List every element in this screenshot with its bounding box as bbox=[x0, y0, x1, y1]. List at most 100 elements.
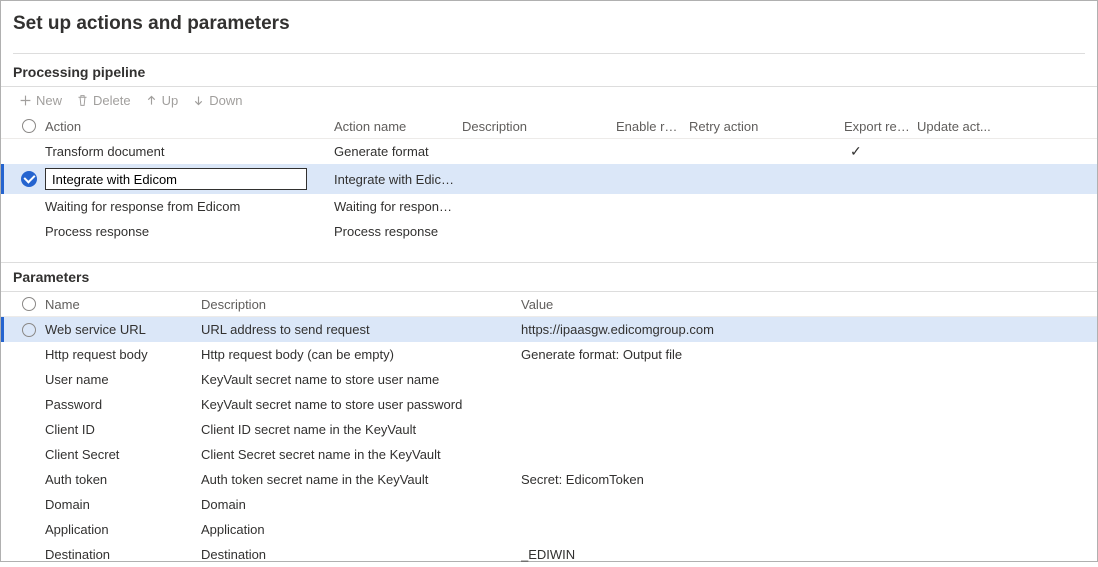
cell-update-action bbox=[917, 228, 997, 236]
cell-export-result bbox=[844, 175, 917, 183]
col-update-action[interactable]: Update act... bbox=[917, 115, 997, 138]
table-row[interactable]: Process response Process response bbox=[1, 219, 1097, 244]
cell-value bbox=[521, 401, 1097, 409]
new-button[interactable]: New bbox=[19, 93, 62, 108]
cell-action: Transform document bbox=[45, 140, 334, 163]
col-action[interactable]: Action bbox=[45, 115, 334, 138]
cell-action[interactable] bbox=[45, 164, 334, 194]
cell-description bbox=[462, 203, 616, 211]
cell-name: User name bbox=[45, 368, 201, 391]
table-row[interactable]: Integrate with Edicom bbox=[1, 164, 1097, 194]
pipeline-toolbar: New Delete Up Down bbox=[1, 87, 1097, 114]
table-row[interactable]: Http request body Http request body (can… bbox=[1, 342, 1097, 367]
arrow-down-icon bbox=[192, 94, 205, 107]
delete-button[interactable]: Delete bbox=[76, 93, 131, 108]
table-row[interactable]: Transform document Generate format ✓ bbox=[1, 139, 1097, 164]
col-export-result[interactable]: Export result bbox=[844, 115, 917, 138]
cell-description: Destination bbox=[201, 543, 521, 566]
table-row[interactable]: Destination Destination _EDIWIN bbox=[1, 542, 1097, 567]
row-selector[interactable] bbox=[19, 476, 45, 484]
row-selector[interactable] bbox=[19, 501, 45, 509]
table-row[interactable]: Application Application bbox=[1, 517, 1097, 542]
cell-action-name: Generate format bbox=[334, 140, 462, 163]
row-selector[interactable] bbox=[19, 319, 45, 341]
table-row[interactable]: User name KeyVault secret name to store … bbox=[1, 367, 1097, 392]
table-row[interactable]: Web service URL URL address to send requ… bbox=[1, 317, 1097, 342]
select-all-parameters[interactable] bbox=[19, 293, 45, 315]
cell-description: KeyVault secret name to store user passw… bbox=[201, 393, 521, 416]
divider bbox=[13, 53, 1085, 54]
cell-description: Application bbox=[201, 518, 521, 541]
cell-name: Application bbox=[45, 518, 201, 541]
cell-name: Client ID bbox=[45, 418, 201, 441]
cell-description bbox=[462, 148, 616, 156]
delete-label: Delete bbox=[93, 93, 131, 108]
table-row[interactable]: Client Secret Client Secret secret name … bbox=[1, 442, 1097, 467]
cell-name: Http request body bbox=[45, 343, 201, 366]
cell-description bbox=[462, 175, 616, 183]
col-description[interactable]: Description bbox=[201, 293, 521, 316]
section-processing-pipeline: Processing pipeline bbox=[1, 58, 1097, 87]
cell-retry-action bbox=[689, 148, 844, 156]
pipeline-grid-header: Action Action name Description Enable re… bbox=[1, 114, 1097, 139]
section-parameters: Parameters bbox=[1, 262, 1097, 292]
cell-name: Auth token bbox=[45, 468, 201, 491]
cell-value: Secret: EdicomToken bbox=[521, 468, 1097, 491]
col-value[interactable]: Value bbox=[521, 293, 1097, 316]
cell-retry-action bbox=[689, 228, 844, 236]
cell-update-action bbox=[917, 175, 997, 183]
action-input[interactable] bbox=[45, 168, 307, 190]
row-selector[interactable] bbox=[19, 228, 45, 236]
cell-action-name: Integrate with Edicom bbox=[334, 168, 462, 191]
row-selector[interactable] bbox=[19, 451, 45, 459]
new-label: New bbox=[36, 93, 62, 108]
row-selector[interactable] bbox=[19, 148, 45, 156]
cell-value bbox=[521, 526, 1097, 534]
cell-value: _EDIWIN bbox=[521, 543, 1097, 566]
cell-action-name: Waiting for response fro... bbox=[334, 195, 462, 218]
row-selector[interactable] bbox=[19, 526, 45, 534]
cell-description: Auth token secret name in the KeyVault bbox=[201, 468, 521, 491]
table-row[interactable]: Domain Domain bbox=[1, 492, 1097, 517]
row-selector[interactable] bbox=[19, 401, 45, 409]
check-icon bbox=[21, 171, 37, 187]
up-button[interactable]: Up bbox=[145, 93, 179, 108]
row-selector[interactable] bbox=[19, 167, 45, 191]
cell-name: Password bbox=[45, 393, 201, 416]
select-all-pipeline[interactable] bbox=[19, 115, 45, 137]
col-retry-action[interactable]: Retry action bbox=[689, 115, 844, 138]
cell-retry-action bbox=[689, 175, 844, 183]
cell-enable-retry bbox=[616, 148, 689, 156]
cell-name: Client Secret bbox=[45, 443, 201, 466]
table-row[interactable]: Waiting for response from Edicom Waiting… bbox=[1, 194, 1097, 219]
col-description[interactable]: Description bbox=[462, 115, 616, 138]
parameters-grid: Name Description Value Web service URL U… bbox=[1, 292, 1097, 567]
cell-description: KeyVault secret name to store user name bbox=[201, 368, 521, 391]
cell-enable-retry bbox=[616, 203, 689, 211]
parameters-grid-header: Name Description Value bbox=[1, 292, 1097, 317]
col-enable-retry[interactable]: Enable retry bbox=[616, 115, 689, 138]
row-selector[interactable] bbox=[19, 376, 45, 384]
table-row[interactable]: Auth token Auth token secret name in the… bbox=[1, 467, 1097, 492]
cell-action: Waiting for response from Edicom bbox=[45, 195, 334, 218]
cell-description: Client Secret secret name in the KeyVaul… bbox=[201, 443, 521, 466]
cell-value bbox=[521, 451, 1097, 459]
row-selector[interactable] bbox=[19, 426, 45, 434]
cell-update-action bbox=[917, 148, 997, 156]
table-row[interactable]: Password KeyVault secret name to store u… bbox=[1, 392, 1097, 417]
row-selector[interactable] bbox=[19, 551, 45, 559]
up-label: Up bbox=[162, 93, 179, 108]
col-action-name[interactable]: Action name bbox=[334, 115, 462, 138]
cell-action-name: Process response bbox=[334, 220, 462, 243]
pipeline-grid: Action Action name Description Enable re… bbox=[1, 114, 1097, 244]
cell-description: Http request body (can be empty) bbox=[201, 343, 521, 366]
cell-description: Domain bbox=[201, 493, 521, 516]
down-label: Down bbox=[209, 93, 242, 108]
down-button[interactable]: Down bbox=[192, 93, 242, 108]
row-selector[interactable] bbox=[19, 351, 45, 359]
cell-name: Web service URL bbox=[45, 318, 201, 341]
row-selector[interactable] bbox=[19, 203, 45, 211]
cell-value bbox=[521, 501, 1097, 509]
col-name[interactable]: Name bbox=[45, 293, 201, 316]
table-row[interactable]: Client ID Client ID secret name in the K… bbox=[1, 417, 1097, 442]
